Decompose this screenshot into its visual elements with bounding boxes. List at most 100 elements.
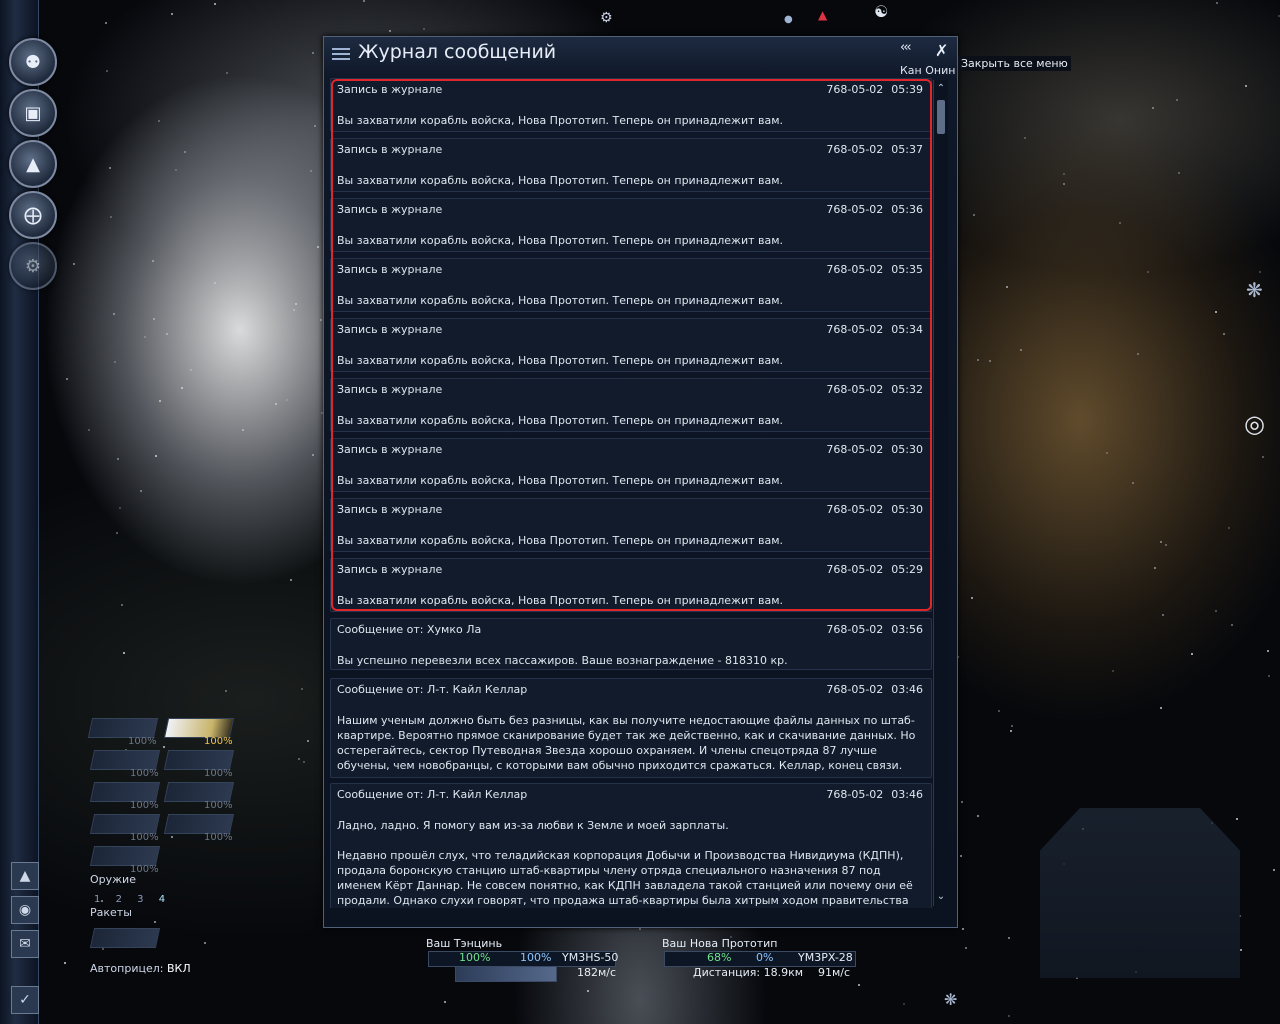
navigation-icon[interactable]: ⨁: [9, 191, 57, 239]
star: [1147, 270, 1150, 273]
star: [294, 303, 297, 306]
menu-icon[interactable]: [332, 45, 350, 61]
star: [224, 690, 227, 693]
target-reticle-icon[interactable]: ◎: [1244, 410, 1265, 438]
star: [64, 961, 67, 964]
star: [312, 453, 315, 456]
ship-icon[interactable]: ▲: [9, 140, 57, 188]
weapon-charge: 100%: [204, 800, 233, 811]
checklist-icon[interactable]: ✓: [11, 986, 39, 1014]
comm-icon[interactable]: ◉: [11, 896, 39, 924]
scrollbar[interactable]: ⌃ ⌄: [933, 80, 948, 906]
star: [158, 399, 161, 402]
weapon-charge: 100%: [130, 832, 159, 843]
weapon-slot[interactable]: [163, 782, 235, 802]
close-all-icon[interactable]: ✗: [935, 41, 948, 60]
weapon-slot[interactable]: [89, 750, 161, 770]
scroll-down-icon[interactable]: ⌄: [934, 890, 948, 904]
missile-slot[interactable]: [89, 928, 161, 948]
weapon-slot[interactable]: [89, 782, 161, 802]
star: [1023, 137, 1026, 140]
weapon-charge: 100%: [204, 832, 233, 843]
star: [1164, 543, 1167, 546]
autoaim-label: Автоприцел:: [90, 962, 164, 975]
scroll-thumb[interactable]: [937, 100, 945, 134]
star: [970, 596, 973, 599]
message-timestamp: 768-05-02 03:46: [826, 788, 923, 801]
message-date: 768-05-02: [826, 788, 884, 801]
weapon-group[interactable]: 2: [116, 894, 128, 905]
star: [226, 72, 229, 75]
upload-icon[interactable]: ▲: [11, 862, 39, 890]
star: [242, 429, 245, 432]
radar-minimap[interactable]: [1040, 808, 1240, 978]
star: [389, 30, 392, 33]
star: [977, 815, 980, 818]
pilot-icon[interactable]: ⚉: [9, 38, 57, 86]
star: [114, 361, 117, 364]
weapon-slot[interactable]: [87, 718, 159, 738]
weapons-label: Оружие: [90, 873, 136, 886]
weapon-charge: 100%: [130, 800, 159, 811]
station-marker-icon[interactable]: ☯: [874, 2, 888, 21]
message-text: Ладно, ладно. Я помогу вам из-за любви к…: [337, 819, 729, 832]
star: [1007, 936, 1010, 939]
throttle-bar[interactable]: [455, 966, 557, 982]
star: [1005, 285, 1008, 288]
star: [285, 399, 288, 402]
star: [973, 213, 976, 216]
ship-marker-icon[interactable]: ⚙: [600, 10, 613, 26]
star: [1118, 221, 1121, 224]
collapse-icon[interactable]: ‹‹‹: [900, 40, 912, 55]
star: [292, 308, 295, 311]
weapon-slot[interactable]: [163, 814, 235, 834]
weapon-slot[interactable]: [89, 846, 161, 866]
drone-marker-icon[interactable]: ❋: [944, 990, 957, 1009]
star: [118, 506, 121, 509]
target-distance: Дистанция: 18.9км: [693, 966, 804, 979]
star: [108, 167, 111, 170]
mail-icon[interactable]: ✉: [11, 930, 39, 958]
star: [1137, 352, 1140, 355]
weapon-group[interactable]: 3: [137, 894, 149, 905]
enemy-marker-icon[interactable]: ▲: [818, 8, 827, 22]
star: [290, 579, 293, 582]
message-entry[interactable]: Сообщение от: Хумко Ла 768-05-02 03:56 Вы у…: [330, 618, 932, 670]
satellite-marker-icon[interactable]: ❋: [1246, 278, 1263, 302]
asteroid-marker-icon[interactable]: ●: [784, 14, 793, 25]
weapon-groups[interactable]: 1 2 3 4: [94, 894, 171, 905]
star: [174, 168, 177, 171]
message-entry[interactable]: Сообщение от: Л-т. Кайл Келлар 768-05-02 0…: [330, 678, 932, 778]
star: [104, 21, 107, 24]
star: [960, 855, 963, 858]
camera-icon[interactable]: ▣: [9, 89, 57, 137]
window-header: Журнал сообщений ‹‹‹ ✗ Кан Онин: [324, 37, 957, 77]
message-text: Вы успешно перевезли всех пассажиров. Ва…: [337, 654, 788, 667]
weapon-slot[interactable]: [89, 814, 161, 834]
star: [121, 603, 124, 606]
weapon-slot[interactable]: [163, 718, 235, 738]
weapon-group[interactable]: 1: [94, 894, 106, 905]
weapon-group[interactable]: 4: [159, 894, 171, 905]
star: [144, 336, 147, 338]
message-date: 768-05-02: [826, 683, 884, 696]
trade-icon[interactable]: ⚙: [9, 242, 57, 290]
own-ship-code: YM3HS-50: [562, 951, 619, 964]
window-title: Журнал сообщений: [358, 41, 557, 63]
message-entry[interactable]: Сообщение от: Л-т. Кайл Келлар 768-05-02 0…: [330, 783, 932, 908]
scroll-up-icon[interactable]: ⌃: [934, 82, 948, 96]
star: [1228, 526, 1231, 529]
star: [1176, 98, 1179, 101]
star: [1267, 650, 1270, 653]
star: [122, 652, 125, 655]
star: [1230, 623, 1233, 626]
weapon-slot[interactable]: [163, 750, 235, 770]
autoaim-status[interactable]: Автоприцел: ВКЛ: [90, 962, 191, 975]
selection-highlight: [331, 79, 932, 611]
own-hull: 100%: [459, 951, 491, 964]
message-text: Недавно прошёл слух, что теладийская кор…: [337, 849, 913, 907]
weapons-panel: 100% 100% 100% 100% 100% 100% 100% 100% 100%: [86, 716, 246, 886]
star: [989, 360, 992, 363]
star: [300, 688, 303, 691]
star: [1152, 107, 1155, 110]
